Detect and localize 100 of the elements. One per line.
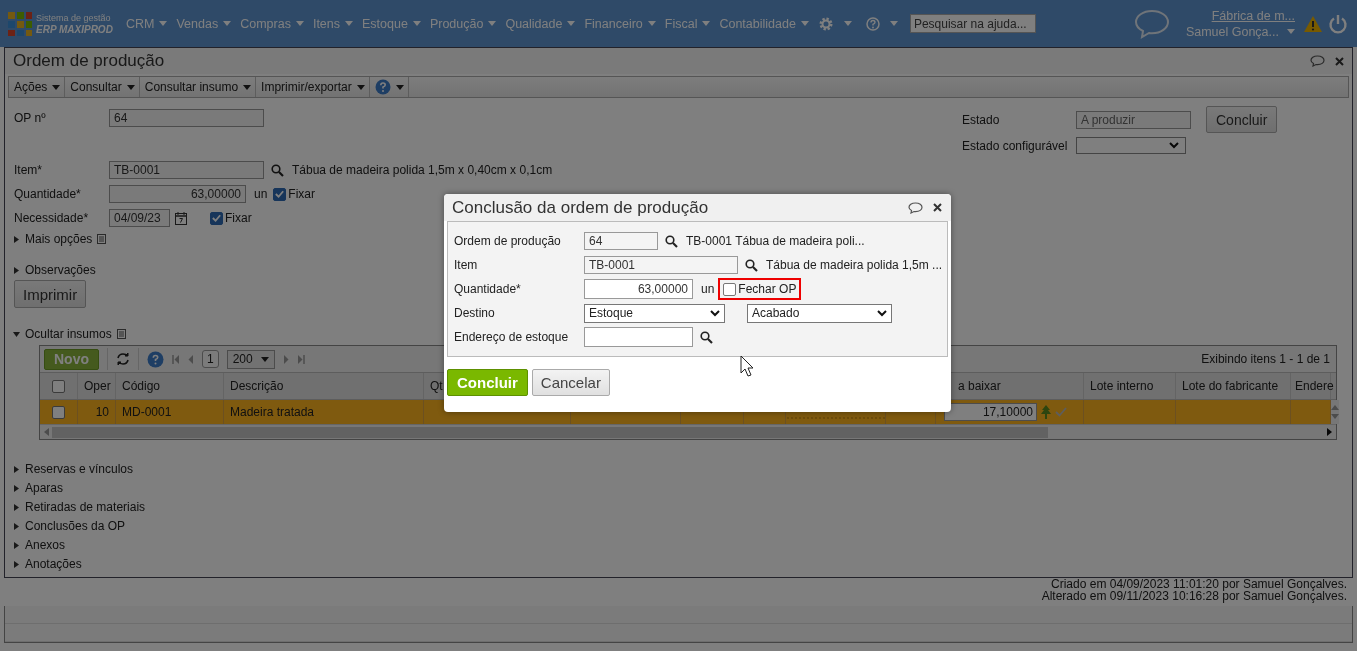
- input-field[interactable]: TB-0001: [109, 161, 264, 179]
- vertical-scrollbar[interactable]: [1331, 400, 1339, 424]
- caret-icon: [126, 84, 135, 90]
- select-field[interactable]: Acabado: [747, 303, 892, 323]
- quantity-input[interactable]: 17,10000: [944, 403, 1037, 421]
- user-menu[interactable]: Samuel Gonça...: [1185, 24, 1279, 39]
- check-icon[interactable]: [1055, 407, 1067, 417]
- scrollbar-thumb[interactable]: [52, 426, 1048, 438]
- page-number-field[interactable]: 1: [202, 350, 219, 368]
- scroll-left-icon: [44, 428, 49, 436]
- conclude-button[interactable]: Concluir: [1206, 106, 1278, 133]
- column-header[interactable]: Lote interno: [1084, 373, 1176, 399]
- section-toggle[interactable]: Reservas e vínculos: [25, 462, 134, 476]
- nav-menu[interactable]: CRM: [126, 16, 168, 31]
- previous-page-icon[interactable]: [188, 354, 194, 364]
- input-field[interactable]: TB-0001: [584, 256, 738, 274]
- horizontal-scrollbar[interactable]: [40, 424, 1336, 439]
- column-header[interactable]: Oper: [78, 373, 116, 399]
- checkbox[interactable]: [52, 379, 65, 393]
- power-icon[interactable]: [1328, 13, 1348, 34]
- checkbox[interactable]: [210, 211, 223, 225]
- section-toggle[interactable]: Conclusões da OP: [25, 519, 126, 533]
- checkbox[interactable]: [52, 405, 65, 419]
- help-icon[interactable]: [374, 79, 391, 95]
- column-header[interactable]: Código: [116, 373, 224, 399]
- input-field[interactable]: 64: [109, 109, 264, 127]
- last-page-icon[interactable]: [296, 354, 305, 364]
- help-icon[interactable]: [147, 350, 164, 368]
- nav-menu[interactable]: Contabilidade: [719, 16, 809, 31]
- caret-icon: [488, 21, 497, 26]
- help-icon[interactable]: [865, 16, 880, 31]
- nav-menu[interactable]: Compras: [240, 16, 304, 31]
- calendar-icon[interactable]: [175, 211, 187, 225]
- comment-icon[interactable]: [1310, 55, 1325, 67]
- nav-menu[interactable]: Fiscal: [664, 16, 711, 31]
- nav-menu[interactable]: Produção: [429, 16, 497, 31]
- section-toggle[interactable]: Anotações: [25, 557, 82, 571]
- caret-icon: [223, 21, 232, 26]
- checkbox[interactable]: [723, 282, 737, 296]
- chat-icon[interactable]: [1133, 8, 1170, 39]
- section-toggle[interactable]: Aparas: [25, 481, 64, 495]
- unit-label: un: [701, 282, 715, 296]
- refresh-icon[interactable]: [116, 353, 130, 365]
- toolbar-menu[interactable]: Imprimir/exportar: [256, 77, 370, 97]
- input-field[interactable]: [584, 327, 693, 347]
- search-icon: [700, 330, 713, 344]
- logo-icon: [7, 10, 33, 37]
- comment-icon[interactable]: [908, 201, 923, 214]
- section-toggle[interactable]: Mais opções: [25, 232, 93, 246]
- select-field[interactable]: Estoque: [584, 303, 725, 323]
- select-field[interactable]: [1076, 137, 1186, 154]
- settings-icon[interactable]: [817, 15, 834, 32]
- nav-menu[interactable]: Qualidade: [505, 16, 576, 31]
- input-field[interactable]: 64: [584, 232, 658, 250]
- page-size-select[interactable]: 200: [226, 349, 275, 369]
- checkbox-label: Fixar: [225, 211, 252, 225]
- scroll-right-icon: [1327, 428, 1332, 436]
- search-field[interactable]: Pesquisar na ajuda...: [909, 14, 1036, 33]
- section-toggle[interactable]: Ocultar insumos: [25, 327, 112, 341]
- toolbar-menu[interactable]: Consultar insumo: [139, 77, 257, 97]
- warning-icon[interactable]: [1303, 14, 1323, 33]
- caret-icon: [647, 21, 656, 26]
- next-page-icon[interactable]: [282, 354, 289, 364]
- nav-menu[interactable]: Vendas: [176, 16, 232, 31]
- first-page-icon[interactable]: [172, 354, 180, 364]
- input-field[interactable]: 63,00000: [109, 185, 246, 203]
- nav-menu[interactable]: Estoque: [362, 16, 421, 31]
- nav-menu[interactable]: Financeiro: [584, 16, 656, 31]
- date-field[interactable]: 04/09/23: [109, 209, 170, 227]
- company-link[interactable]: Fábrica de m...: [1185, 8, 1295, 23]
- chevron-down-icon: [710, 309, 720, 317]
- toolbar-menu[interactable]: Consultar: [65, 77, 140, 97]
- caret-icon: [702, 21, 711, 26]
- caret-icon: [260, 356, 269, 362]
- tree-icon[interactable]: [1041, 405, 1051, 419]
- order-description: TB-0001 Tábua de madeira poli...: [686, 234, 865, 248]
- field-label: Quantidade*: [454, 282, 522, 296]
- caret-icon: [412, 21, 421, 26]
- caret-icon: [567, 21, 576, 26]
- section-toggle[interactable]: Anexos: [25, 538, 66, 552]
- column-header[interactable]: Endere: [1291, 373, 1331, 399]
- section-toggle[interactable]: Observações: [25, 263, 96, 277]
- column-header[interactable]: Descrição: [224, 373, 424, 399]
- caret-icon: [395, 84, 404, 90]
- print-button[interactable]: Imprimir: [14, 280, 87, 308]
- input-field[interactable]: 63,00000: [584, 279, 693, 299]
- checkbox-label: Fixar: [288, 187, 316, 201]
- state-field[interactable]: A produzir: [1076, 110, 1191, 129]
- cancel-button[interactable]: Cancelar: [531, 369, 610, 396]
- chevron-down-icon: [877, 309, 887, 317]
- chevron-down-icon: [1169, 142, 1179, 149]
- scroll-up-icon: [1331, 405, 1339, 410]
- checkbox[interactable]: [273, 187, 287, 201]
- toolbar-menu[interactable]: Ações: [9, 77, 66, 97]
- close-icon[interactable]: [933, 203, 942, 212]
- section-toggle[interactable]: Retiradas de materiais: [25, 500, 146, 514]
- nav-menu[interactable]: Itens: [312, 16, 353, 31]
- column-header[interactable]: Lote do fabricante: [1176, 373, 1291, 399]
- conclude-button[interactable]: Concluir: [447, 369, 528, 396]
- field-label: Ordem de produção: [454, 234, 562, 248]
